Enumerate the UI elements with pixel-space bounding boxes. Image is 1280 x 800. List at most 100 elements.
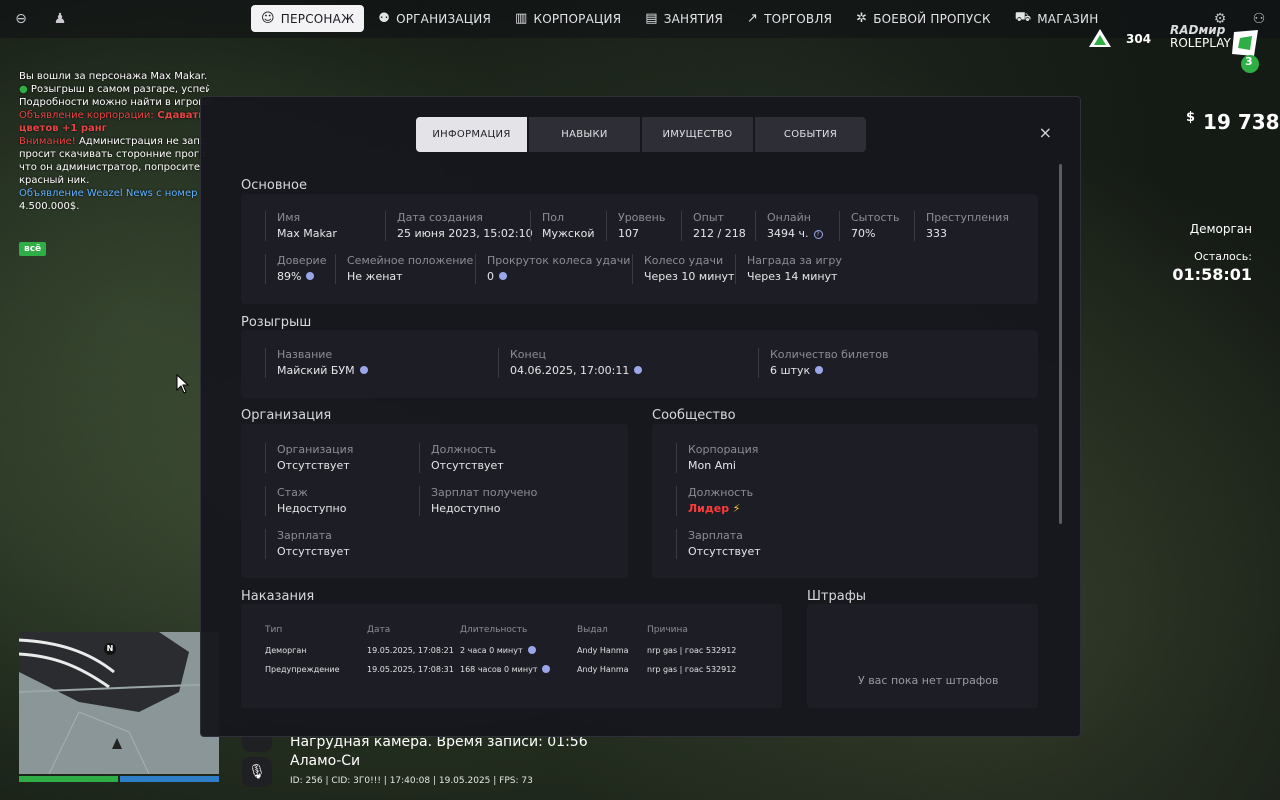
field-name: Имя Max Makar (265, 211, 337, 241)
armor-bar (120, 776, 219, 782)
corporation-icon: ▥ (515, 11, 528, 26)
col-duration: Длительность (460, 625, 528, 635)
chat-line: 4.500.000$. (19, 201, 80, 212)
field-crimes: Преступления 333 (914, 211, 1009, 241)
nav-trade[interactable]: ↗ ТОРГОВЛЯ (737, 5, 842, 32)
section-title-fines: Штрафы (807, 589, 867, 604)
field-lottery-name: Название Майский БУМ (265, 348, 368, 378)
trade-icon: ↗ (747, 11, 759, 26)
field-gender: Пол Мужской (530, 211, 594, 241)
jail-time: 01:58:01 (1172, 265, 1252, 284)
chat-icon[interactable]: ⊖ (10, 8, 32, 30)
session-stats: ID: 256 | CID: 3Г0!!! | 17:40:08 | 19.05… (290, 776, 533, 786)
main-nav: ☺ ПЕРСОНАЖ ⚉ ОРГАНИЗАЦИЯ ▥ КОРПОРАЦИЯ ▤ … (251, 5, 1108, 32)
table-cell: 168 часов 0 минут (460, 664, 551, 674)
community-card: Корпорация Mon Ami Должность Лидер ⚡ Зарпл… (652, 424, 1038, 578)
person-icon: ☺ (261, 11, 275, 26)
lottery-icon: ● (19, 84, 28, 95)
nav-label: ОРГАНИЗАЦИЯ (396, 11, 492, 26)
field-lottery-end: Конец 04.06.2025, 17:00:11 (498, 348, 643, 378)
field-corp-position: Должность Лидер ⚡ (676, 486, 753, 516)
fines-card: У вас пока нет штрафов (807, 604, 1038, 708)
chat-line: просит скачивать сторонние прогр (19, 149, 206, 160)
nav-battlepass[interactable]: ✲ БОЕВОЙ ПРОПУСК (846, 5, 1001, 32)
field-wheel: Колесо удачи Через 10 минут (632, 254, 734, 284)
close-icon[interactable]: × (1039, 123, 1052, 142)
nav-label: ТОРГОВЛЯ (764, 11, 833, 26)
field-level: Уровень 107 (606, 211, 665, 241)
table-cell: Деморган (265, 646, 307, 655)
field-corporation: Корпорация Mon Ami (676, 443, 758, 473)
chat-line: что он администратор, попросите (19, 162, 201, 173)
chat-line: Подробности можно найти в игровом (19, 97, 209, 108)
help-icon[interactable]: ? (813, 229, 823, 239)
table-cell: 19.05.2025, 17:08:21 (367, 646, 454, 655)
field-trust: Доверие 89% (265, 254, 326, 284)
col-issuer: Выдал (577, 625, 608, 635)
nav-label: КОРПОРАЦИЯ (533, 11, 622, 26)
nav-label: ЗАНЯТИЯ (663, 11, 724, 26)
info-icon[interactable] (527, 645, 536, 654)
fines-empty-text: У вас пока нет штрафов (858, 674, 999, 687)
chat-line: красный ник. (19, 175, 90, 186)
field-play-reward: Награда за игру Через 14 минут (735, 254, 842, 284)
table-cell: Предупреждение (265, 665, 340, 674)
col-type: Тип (265, 625, 283, 635)
map-north-marker: N (104, 643, 116, 655)
panel-tabs: ИНФОРМАЦИЯ НАВЫКИ ИМУЩЕСТВО СОБЫТИЯ (416, 117, 866, 152)
info-icon[interactable] (359, 366, 368, 374)
section-title-basic: Основное (241, 178, 307, 193)
nav-character[interactable]: ☺ ПЕРСОНАЖ (251, 5, 365, 32)
player-arrow-icon (112, 738, 122, 749)
col-reason: Причина (647, 625, 688, 635)
character-panel: ИНФОРМАЦИЯ НАВЫКИ ИМУЩЕСТВО СОБЫТИЯ × Ос… (200, 96, 1081, 737)
mouse-cursor-icon (176, 374, 190, 394)
table-cell: Andy Hanma (577, 665, 629, 674)
microphone-icon[interactable]: 🎙 (242, 757, 272, 787)
chat-line: Объявление корпорации: Сдавать (19, 110, 205, 121)
tab-skills[interactable]: НАВЫКИ (529, 117, 640, 152)
chat-line: ● Розыгрыш в самом разгаре, успейте зара… (19, 84, 209, 95)
section-title-community: Сообщество (652, 408, 736, 423)
table-cell: nrp gas | гоас 532912 (647, 665, 737, 674)
panel-scrollbar[interactable] (1059, 164, 1062, 524)
chat-line: Объявление Weazel News с номер (19, 188, 198, 199)
minimap-terrain (19, 632, 219, 774)
jail-timer: Деморган Осталось: 01:58:01 (1172, 222, 1252, 284)
character-figure-icon[interactable]: ♟ (49, 8, 71, 30)
basic-info-card: Имя Max Makar Дата создания 25 июня 2023, … (241, 194, 1038, 304)
chat-line: цветов +1 ранг (19, 123, 107, 134)
table-cell: nrp gas | гоас 532912 (647, 646, 737, 655)
hud-count: 304 (1126, 32, 1152, 46)
nav-activities[interactable]: ▤ ЗАНЯТИЯ (635, 5, 733, 32)
chat-filter-button[interactable]: всё (19, 242, 47, 256)
minimap[interactable] (19, 632, 219, 774)
lightning-icon: ⚡ (732, 502, 741, 515)
info-icon[interactable] (634, 366, 643, 374)
info-icon[interactable] (815, 366, 824, 374)
info-icon[interactable] (306, 272, 315, 280)
organization-icon: ⚉ (378, 11, 391, 26)
field-wheel-spins: Прокруток колеса удачи 0 (475, 254, 630, 284)
activities-icon: ▤ (645, 11, 658, 26)
info-icon[interactable] (499, 272, 507, 280)
chat-line: Вы вошли за персонажа Max Makar. Приятно… (19, 71, 209, 82)
field-created: Дата создания 25 июня 2023, 15:02:10 (385, 211, 533, 241)
lottery-card: Название Майский БУМ Конец 04.06.2025, 17:… (241, 330, 1038, 398)
tab-events[interactable]: СОБЫТИЯ (755, 117, 866, 152)
nav-label: МАГАЗИН (1037, 11, 1099, 26)
brand-logo-text: RADмир ROLEPLAY (1170, 23, 1231, 50)
field-lottery-tickets: Количество билетов 6 штук (758, 348, 889, 378)
jail-left-label: Осталось: (1194, 250, 1252, 263)
section-title-organization: Организация (241, 408, 332, 423)
tab-property[interactable]: ИМУЩЕСТВО (642, 117, 753, 152)
profile-icon[interactable]: ⚇ (1250, 10, 1268, 28)
field-org-salary: Зарплата Отсутствует (265, 529, 350, 559)
tab-information[interactable]: ИНФОРМАЦИЯ (416, 117, 527, 152)
nav-corporation[interactable]: ▥ КОРПОРАЦИЯ (505, 5, 631, 32)
info-icon[interactable] (542, 664, 551, 673)
battlepass-icon: ✲ (856, 11, 868, 26)
nav-organization[interactable]: ⚉ ОРГАНИЗАЦИЯ (368, 5, 501, 32)
field-experience: Опыт 212 / 218 (681, 211, 746, 241)
field-corp-salary: Зарплата Отсутствует (676, 529, 761, 559)
